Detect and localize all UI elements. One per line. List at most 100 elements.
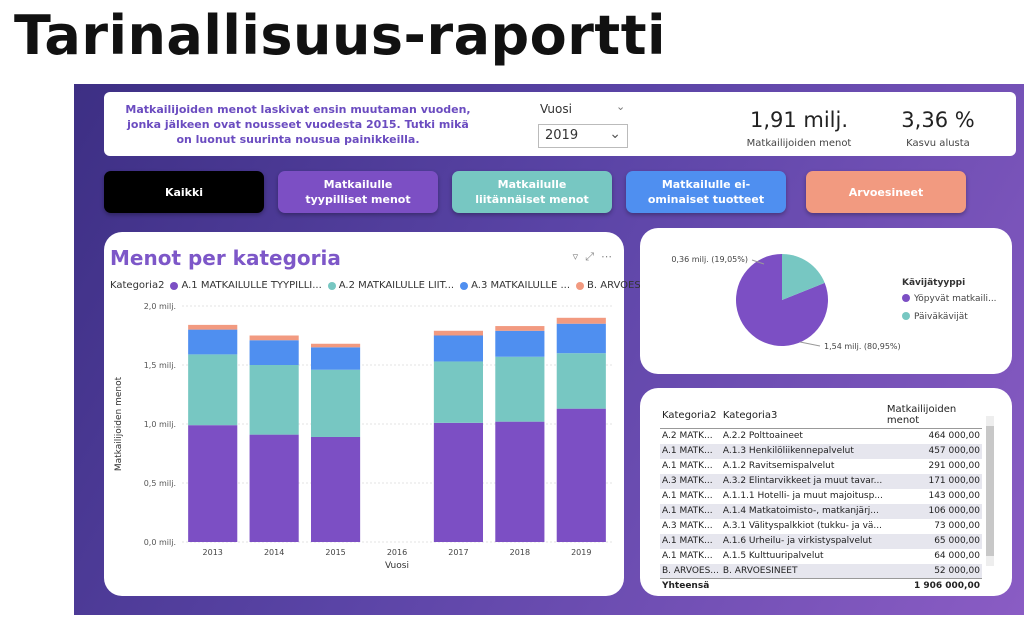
bar-segment[interactable] [495,421,545,542]
x-tick-label: 2013 [203,548,223,557]
bar-segment[interactable] [249,434,299,542]
expense-table: Kategoria2 Kategoria3 Matkailijoiden men… [660,402,982,594]
scroll-thumb[interactable] [986,426,994,556]
expense-cell: 457 000,00 [884,443,982,459]
x-tick-label: 2014 [264,548,284,557]
bar-segment[interactable] [188,425,238,542]
category3-cell: B. ARVOESINEET [720,563,885,579]
x-tick-label: 2019 [571,548,591,557]
table-scrollbar[interactable] [986,416,994,566]
category2-cell: A.1 MATK... [660,443,721,459]
chevron-down-icon: ⌄ [609,126,621,142]
category2-cell: A.1 MATK... [662,551,713,561]
bar-segment[interactable] [433,422,483,542]
bar-segment[interactable] [249,365,299,435]
typical-expenses-button[interactable]: Matkailulle tyypilliset menot [278,171,438,213]
x-tick-label: 2016 [387,548,407,557]
bar-chart: 0,0 milj. 0,5 milj. 1,0 milj. 1,5 milj. 2,0 … [114,302,612,571]
bar-segment[interactable] [249,340,299,365]
total-label: Yhteensä [660,578,721,594]
bar-segment[interactable] [188,329,238,355]
total-value: 1 906 000,00 [884,578,982,594]
pie-legend-title: Kävijätyyppi [902,278,965,288]
table-row[interactable]: A.1 MATK... A.1.1.1 Hotelli- ja muut majo… [660,489,982,504]
expense-cell: 73 000,00 [934,521,980,531]
category2-cell: A.3 MATK... [662,521,713,531]
bar-segment[interactable] [311,369,361,437]
category3-cell: A.1.5 Kulttuuripalvelut [722,551,824,561]
table-row[interactable]: A.3 MATK... A.3.2 Elintarvikkeet ja muut … [660,473,982,489]
column-header[interactable]: Kategoria2 [660,402,721,429]
expense-cell: 143 000,00 [928,491,980,501]
category2-cell: A.3 MATK... [660,473,721,489]
table-card: Kategoria2 Kategoria3 Matkailijoiden men… [640,388,1012,596]
dashboard: Matkailijoiden menot laskivat ensin muut… [74,84,1024,615]
category2-cell: A.1 MATK... [660,533,721,549]
bar-segment[interactable] [495,356,545,422]
category3-cell: A.1.1.1 Hotelli- ja muut majoitusp... [722,491,883,501]
category3-cell: A.2.2 Polttoaineet [722,431,803,442]
pie-chart: 0,36 milj. (19,05%) 1,54 milj. (80,95%) Kä… [671,254,997,351]
bar-segment[interactable] [188,354,238,426]
column-header[interactable]: Kategoria3 [720,402,885,429]
table-row[interactable]: A.1 MATK... A.1.5 Kulttuuripalvelut 64 000… [660,549,982,564]
pie-chart-card: 0,36 milj. (19,05%) 1,54 milj. (80,95%) Kä… [640,228,1012,374]
expense-cell: 464 000,00 [928,431,980,442]
non-characteristic-button[interactable]: Matkailulle ei-ominaiset tuotteet [626,171,786,213]
expense-cell: 52 000,00 [884,563,982,579]
year-select[interactable]: 2019 ⌄ [538,124,628,148]
bar-segment[interactable] [556,317,606,324]
summary-card: Matkailijoiden menot laskivat ensin muut… [104,92,1016,156]
category3-cell: A.1.3 Henkilöliikennepalvelut [720,443,885,459]
category2-cell: A.1 MATK... [662,491,713,501]
table-row[interactable]: A.1 MATK... A.1.3 Henkilöliikennepalvelut… [660,443,982,459]
table-row[interactable]: A.3 MATK... A.3.1 Välityspalkkiot (tukku-… [660,519,982,534]
bar-segment[interactable] [556,408,606,542]
bar-segment[interactable] [311,347,361,370]
legend-swatch [902,312,910,320]
bar-segment[interactable] [556,353,606,409]
page-title: Tarinallisuus-raportti [14,4,667,67]
y-tick-label: 1,0 milj. [144,420,176,429]
bar-segment[interactable] [311,343,361,348]
kpi-total-value: 1,91 milj. [749,108,849,132]
bar-segment[interactable] [495,326,545,331]
intro-text: Matkailijoiden menot laskivat ensin muut… [125,103,471,146]
expense-cell: 171 000,00 [884,473,982,489]
bar-segment[interactable] [433,330,483,336]
table-row[interactable]: B. ARVOES... B. ARVOESINEET 52 000,00 [660,563,982,579]
expense-cell: 106 000,00 [884,503,982,519]
leader-line [799,341,821,347]
bar-segment[interactable] [433,361,483,423]
bar-segment[interactable] [311,436,361,542]
table-row[interactable]: A.2 MATK... A.2.2 Polttoaineet 464 000,00 [660,429,982,444]
category3-cell: A.3.2 Elintarvikkeet ja muut tavar... [720,473,885,489]
category2-cell: A.1 MATK... [662,461,713,471]
table-row[interactable]: A.1 MATK... A.1.4 Matkatoimisto-, matkanj… [660,503,982,519]
y-axis-label: Matkailijoiden menot [114,376,124,471]
table-row[interactable]: A.1 MATK... A.1.2 Ravitsemispalvelut 291 0… [660,459,982,474]
bar-segment[interactable] [188,324,238,330]
category3-cell: A.1.2 Ravitsemispalvelut [722,461,835,471]
expense-cell: 291 000,00 [928,461,980,471]
x-tick-label: 2018 [510,548,530,557]
pie-legend-item[interactable]: Yöpyvät matkaili... [913,294,997,304]
y-tick-label: 0,5 milj. [144,479,176,488]
chevron-down-icon[interactable]: ⌄ [616,100,625,113]
category2-cell: B. ARVOES... [660,563,721,579]
category2-cell: A.2 MATK... [662,431,713,442]
all-button[interactable]: Kaikki [104,171,264,213]
valuables-button[interactable]: Arvoesineet [806,171,966,213]
kpi-total-label: Matkailijoiden menot [746,138,852,149]
y-tick-label: 1,5 milj. [144,361,176,370]
bar-segment[interactable] [433,335,483,362]
bar-segment[interactable] [495,330,545,357]
bar-segment[interactable] [249,335,299,341]
x-tick-label: 2017 [448,548,468,557]
pie-legend-item[interactable]: Päiväkävijät [914,312,968,322]
table-row[interactable]: A.1 MATK... A.1.6 Urheilu- ja virkistyspa… [660,533,982,549]
bar-segment[interactable] [556,323,606,354]
column-header[interactable]: Matkailijoiden menot [884,402,982,429]
bar-chart-card: Menot per kategoria ▿ ⤢ ⋯ Kategoria2 A.1… [104,232,670,596]
related-expenses-button[interactable]: Matkailulle liitännäiset menot [452,171,612,213]
